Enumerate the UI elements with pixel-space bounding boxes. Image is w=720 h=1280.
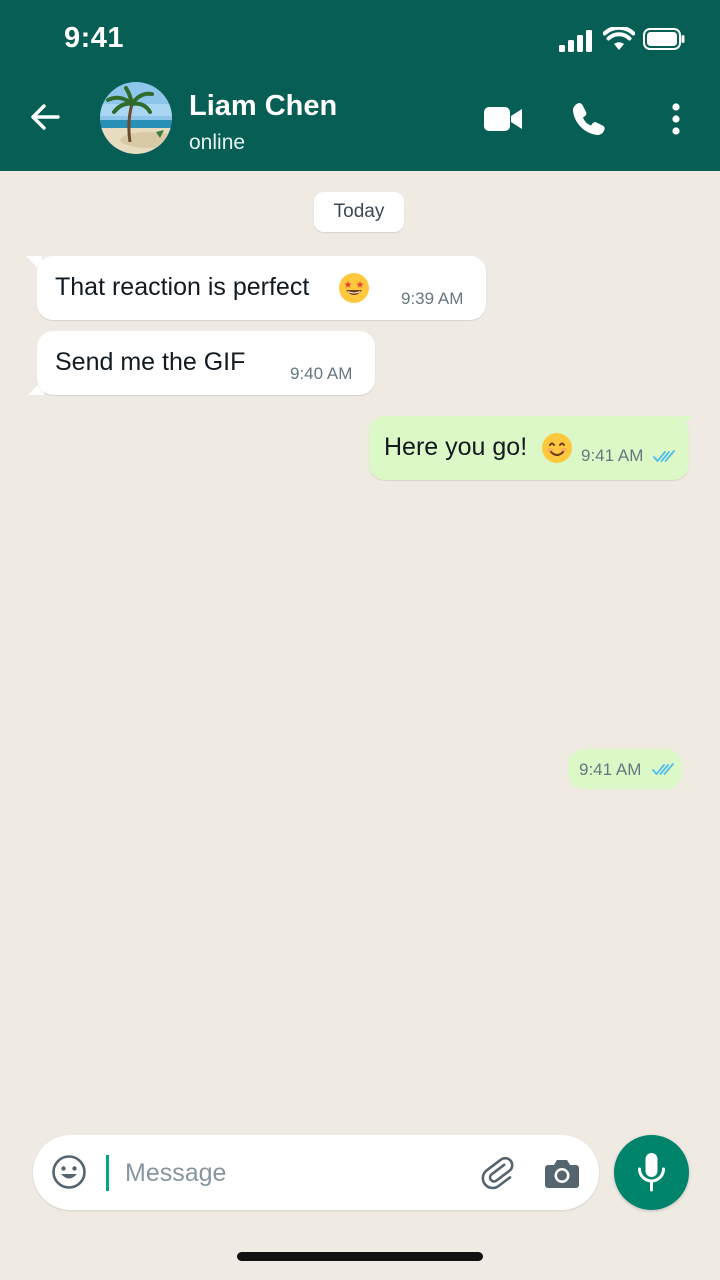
- read-receipt-icon: [653, 450, 675, 462]
- outgoing-message-bubble[interactable]: 9:41 AM: [568, 749, 682, 789]
- message-composer: [33, 1135, 599, 1210]
- chat-header: 9:41 Liam Chen online: [0, 0, 720, 171]
- message-text: That reaction is perfect: [55, 273, 310, 301]
- message-text: Send me the GIF: [55, 348, 246, 376]
- contact-avatar[interactable]: [100, 82, 172, 154]
- message-time: 9:41 AM: [581, 446, 644, 465]
- message-time: 9:40 AM: [290, 364, 353, 383]
- star-struck-emoji-icon: [339, 273, 369, 303]
- date-separator: Today: [314, 192, 404, 232]
- microphone-icon: [638, 1153, 665, 1192]
- avatar-beach-image: [100, 82, 172, 154]
- incoming-message-bubble[interactable]: Send me the GIF 9:40 AM: [37, 331, 375, 395]
- message-list: Today That reaction is perfect 9:39 AM S…: [0, 171, 720, 1121]
- voice-message-button[interactable]: [614, 1135, 689, 1210]
- incoming-message-bubble[interactable]: That reaction is perfect 9:39 AM: [37, 256, 486, 320]
- cellular-signal-icon: [559, 30, 592, 52]
- video-call-icon[interactable]: [483, 104, 523, 134]
- message-input[interactable]: [123, 1152, 467, 1194]
- phone-call-icon[interactable]: [571, 101, 607, 137]
- home-indicator: [237, 1252, 483, 1261]
- message-text: Here you go!: [384, 433, 528, 461]
- camera-icon[interactable]: [544, 1156, 580, 1190]
- contact-name[interactable]: Liam Chen: [189, 90, 337, 123]
- read-receipt-icon: [652, 763, 674, 775]
- message-time: 9:41 AM: [579, 760, 642, 779]
- contact-status: online: [189, 131, 246, 154]
- back-arrow-icon[interactable]: [28, 100, 62, 134]
- text-cursor: [106, 1155, 109, 1191]
- status-bar-time: 9:41: [64, 22, 125, 54]
- emoji-icon[interactable]: [51, 1154, 87, 1190]
- wifi-icon: [603, 27, 635, 50]
- paperclip-icon[interactable]: [480, 1155, 516, 1191]
- outgoing-message-bubble[interactable]: Here you go! 9:41 AM: [369, 416, 689, 480]
- battery-icon: [643, 28, 685, 50]
- smiling-face-emoji-icon: [542, 433, 572, 463]
- message-time: 9:39 AM: [401, 289, 464, 308]
- more-options-icon[interactable]: [664, 100, 688, 138]
